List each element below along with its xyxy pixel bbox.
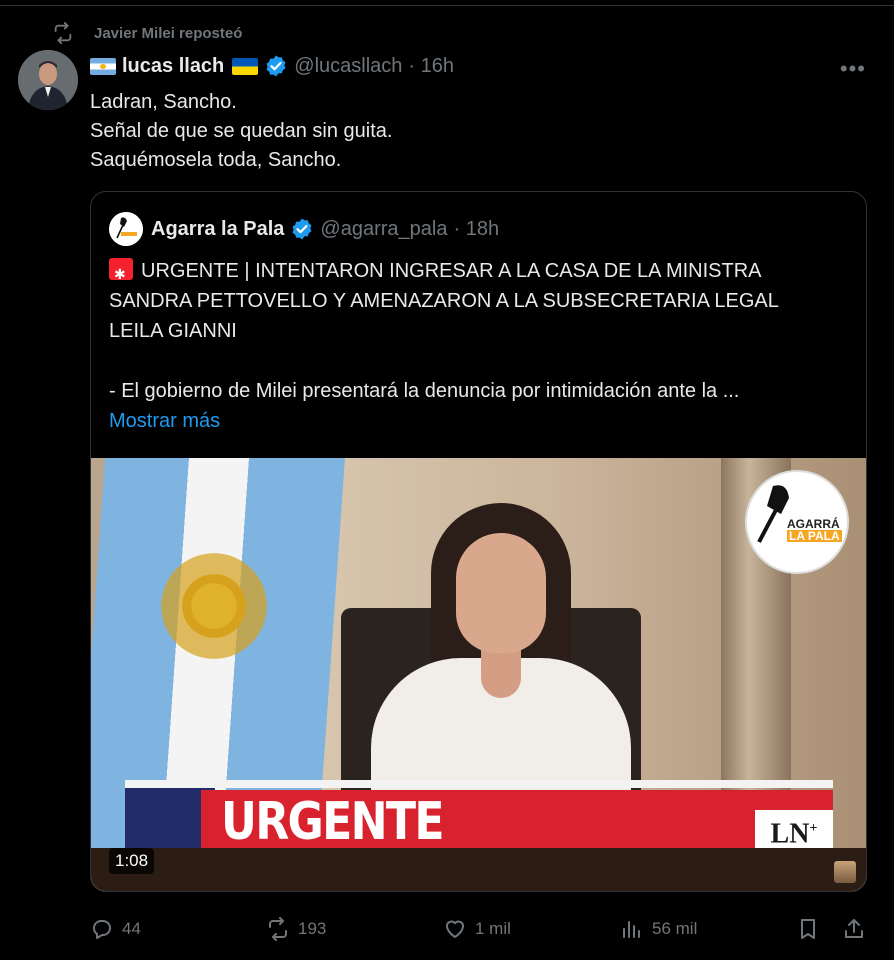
- tweet-header: lucas llach @lucasllach · 16h: [90, 53, 454, 79]
- reply-icon: [93, 920, 111, 939]
- ukraine-flag-icon: [232, 57, 259, 75]
- video-duration: 1:08: [109, 848, 155, 874]
- bookmark-button[interactable]: [796, 914, 828, 944]
- tweet-line: Señal de que se quedan sin guita.: [90, 120, 393, 142]
- repost-icon: [54, 22, 72, 44]
- avatar-photo: [18, 50, 78, 110]
- author-name[interactable]: lucas llach: [122, 55, 224, 78]
- repost-icon: [269, 917, 287, 941]
- video-player[interactable]: AGARRÁ LA PALA URGENTE LN+ 1:08: [91, 458, 866, 891]
- action-bar: 44 193 1 mil 56 mil: [90, 914, 870, 944]
- quoted-line: - El gobierno de Milei presentará la den…: [109, 380, 740, 402]
- heart-icon: [446, 920, 464, 938]
- bookmark-icon: [801, 919, 815, 939]
- author-handle[interactable]: @lucasllach: [294, 55, 402, 78]
- banner-stripe: [125, 780, 833, 788]
- tweet-line: Saquémosela toda, Sancho.: [90, 149, 342, 171]
- more-options-icon[interactable]: •••: [840, 56, 866, 82]
- repost-button[interactable]: 193: [266, 914, 326, 944]
- views-button[interactable]: 56 mil: [620, 914, 697, 944]
- quoted-header: Agarra la Pala @agarra_pala · 18h: [109, 212, 499, 246]
- show-more-link[interactable]: Mostrar más: [109, 406, 849, 436]
- share-icon: [845, 919, 863, 938]
- tweet-time[interactable]: · 16h: [408, 55, 454, 78]
- quoted-author-handle[interactable]: @agarra_pala: [320, 218, 447, 241]
- repost-indicator[interactable]: Javier Milei reposteó: [52, 22, 242, 44]
- view-count: 56 mil: [652, 919, 698, 938]
- reply-count: 44: [122, 919, 141, 938]
- quoted-line: URGENTE | INTENTARON INGRESAR A LA CASA …: [141, 260, 762, 282]
- siren-emoji-icon: [109, 258, 133, 289]
- verified-badge-icon: [266, 55, 286, 77]
- like-count: 1 mil: [475, 919, 511, 938]
- watermark-bottom-text: LA PALA: [787, 529, 842, 543]
- quoted-text: URGENTE | INTENTARON INGRESAR A LA CASA …: [109, 256, 849, 436]
- tweet-line: Ladran, Sancho.: [90, 91, 237, 113]
- quoted-line: SANDRA PETTOVELLO Y AMENAZARON A LA SUBS…: [109, 290, 779, 312]
- top-divider: [0, 0, 894, 6]
- argentina-flag-icon: [90, 57, 116, 75]
- video-person-neck: [481, 648, 521, 698]
- tweet-text: Ladran, Sancho. Señal de que se quedan s…: [90, 88, 392, 175]
- verified-badge-icon: [293, 218, 312, 240]
- quoted-line: LEILA GIANNI: [109, 320, 237, 342]
- reply-button[interactable]: 44: [90, 914, 141, 944]
- ln-channel-logo: LN+: [755, 810, 833, 849]
- like-button[interactable]: 1 mil: [443, 914, 511, 944]
- quoted-tweet[interactable]: Agarra la Pala @agarra_pala · 18h URGENT…: [90, 191, 867, 892]
- sun-of-may-icon: [161, 553, 267, 659]
- author-avatar[interactable]: [18, 50, 78, 110]
- agarra-la-pala-watermark: AGARRÁ LA PALA: [745, 470, 849, 574]
- quoted-author-name[interactable]: Agarra la Pala: [151, 218, 284, 241]
- repost-count: 193: [298, 919, 327, 938]
- quoted-avatar[interactable]: [109, 212, 143, 246]
- shovel-logo-icon: [109, 212, 143, 246]
- share-button[interactable]: [842, 914, 874, 944]
- video-person-face: [456, 533, 546, 653]
- repost-text: Javier Milei reposteó: [94, 24, 243, 42]
- quoted-time[interactable]: · 18h: [453, 218, 499, 241]
- urgente-banner-text: URGENTE: [221, 792, 445, 852]
- video-desk: [91, 848, 866, 891]
- views-chart-icon: [623, 921, 640, 938]
- video-thumbnail-icon: [834, 861, 856, 883]
